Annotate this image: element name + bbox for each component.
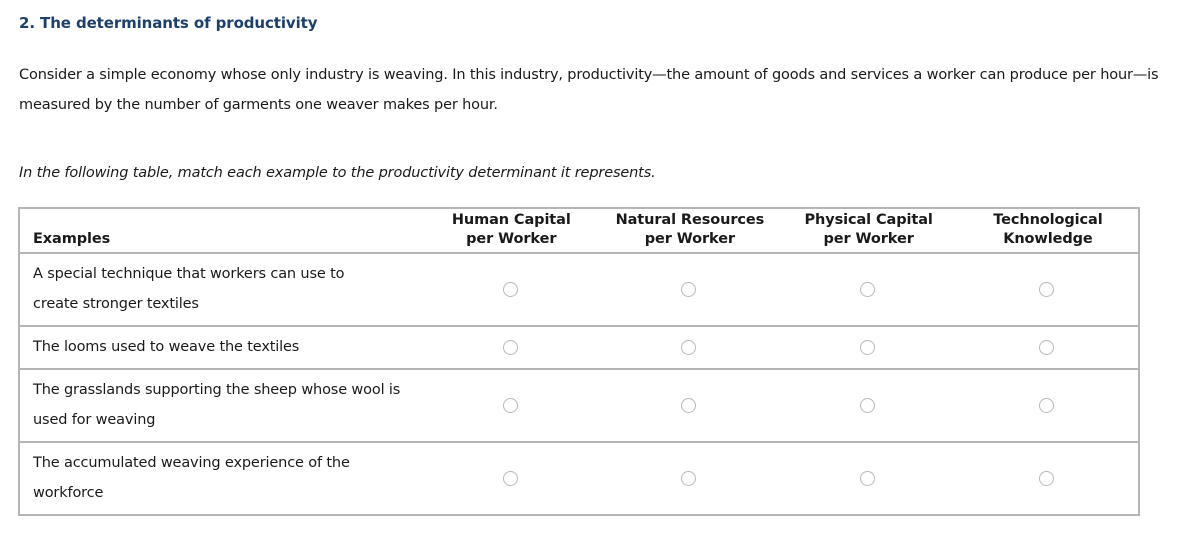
option-cell (779, 326, 958, 370)
radio-physical-capital[interactable] (860, 282, 876, 297)
question-intro: Consider a simple economy whose only ind… (19, 67, 1159, 113)
option-cell (600, 253, 780, 327)
matching-table: Examples Human Capital per Worker Natura… (18, 207, 1140, 516)
option-cell (422, 253, 601, 327)
option-cell (600, 369, 780, 443)
header-line: Physical Capital (804, 212, 933, 228)
radio-technological-knowledge[interactable] (1039, 398, 1055, 413)
example-label: The accumulated weaving experience of th… (33, 455, 350, 501)
header-line: Natural Resources (615, 212, 765, 228)
question-instruction: In the following table, match each examp… (19, 165, 656, 181)
radio-technological-knowledge[interactable] (1039, 340, 1055, 355)
radio-human-capital[interactable] (502, 340, 518, 355)
radio-natural-resources[interactable] (681, 398, 697, 413)
radio-physical-capital[interactable] (860, 340, 876, 355)
example-label: The grasslands supporting the sheep whos… (33, 382, 401, 428)
header-physical-capital: Physical Capital per Worker (779, 208, 958, 254)
header-technological-knowledge: Technological Knowledge (957, 208, 1139, 254)
table-row: The looms used to weave the textiles (19, 326, 1139, 370)
table-row: The accumulated weaving experience of th… (19, 442, 1139, 515)
option-cell (957, 253, 1139, 327)
header-human-capital: Human Capital per Worker (422, 208, 601, 254)
radio-physical-capital[interactable] (860, 471, 876, 486)
radio-natural-resources[interactable] (681, 282, 697, 297)
example-label: The looms used to weave the textiles (33, 339, 300, 355)
radio-physical-capital[interactable] (860, 398, 876, 413)
example-text: The looms used to weave the textiles (19, 326, 423, 370)
option-cell (779, 442, 957, 515)
option-cell (422, 369, 601, 443)
example-label: A special technique that workers can use… (33, 266, 345, 312)
question-title: 2. The determinants of productivity (19, 14, 318, 32)
table-row: A special technique that workers can use… (19, 253, 1139, 327)
radio-human-capital[interactable] (502, 282, 518, 297)
option-cell (600, 442, 779, 515)
table-row: The grasslands supporting the sheep whos… (19, 369, 1139, 443)
header-line: Knowledge (1003, 231, 1093, 247)
header-line: per Worker (823, 231, 914, 247)
radio-natural-resources[interactable] (681, 340, 697, 355)
option-cell (600, 326, 780, 370)
radio-natural-resources[interactable] (681, 471, 697, 486)
header-natural-resources: Natural Resources per Worker (600, 208, 780, 254)
option-cell (422, 442, 600, 515)
example-text: The accumulated weaving experience of th… (19, 442, 422, 515)
header-examples: Examples (19, 208, 423, 254)
table-header-row: Examples Human Capital per Worker Natura… (19, 208, 1139, 254)
option-cell (422, 326, 601, 370)
option-cell (779, 369, 958, 443)
radio-technological-knowledge[interactable] (1039, 282, 1055, 297)
example-text: A special technique that workers can use… (19, 253, 423, 327)
radio-human-capital[interactable] (502, 398, 518, 413)
header-line: Human Capital (451, 212, 571, 228)
option-cell (957, 326, 1139, 370)
radio-human-capital[interactable] (502, 471, 518, 486)
header-line: per Worker (644, 231, 735, 247)
header-line: Technological (993, 212, 1103, 228)
option-cell (957, 369, 1139, 443)
header-line: per Worker (466, 231, 557, 247)
radio-technological-knowledge[interactable] (1039, 471, 1055, 486)
option-cell (779, 253, 958, 327)
example-text: The grasslands supporting the sheep whos… (19, 369, 423, 443)
option-cell (958, 442, 1139, 515)
